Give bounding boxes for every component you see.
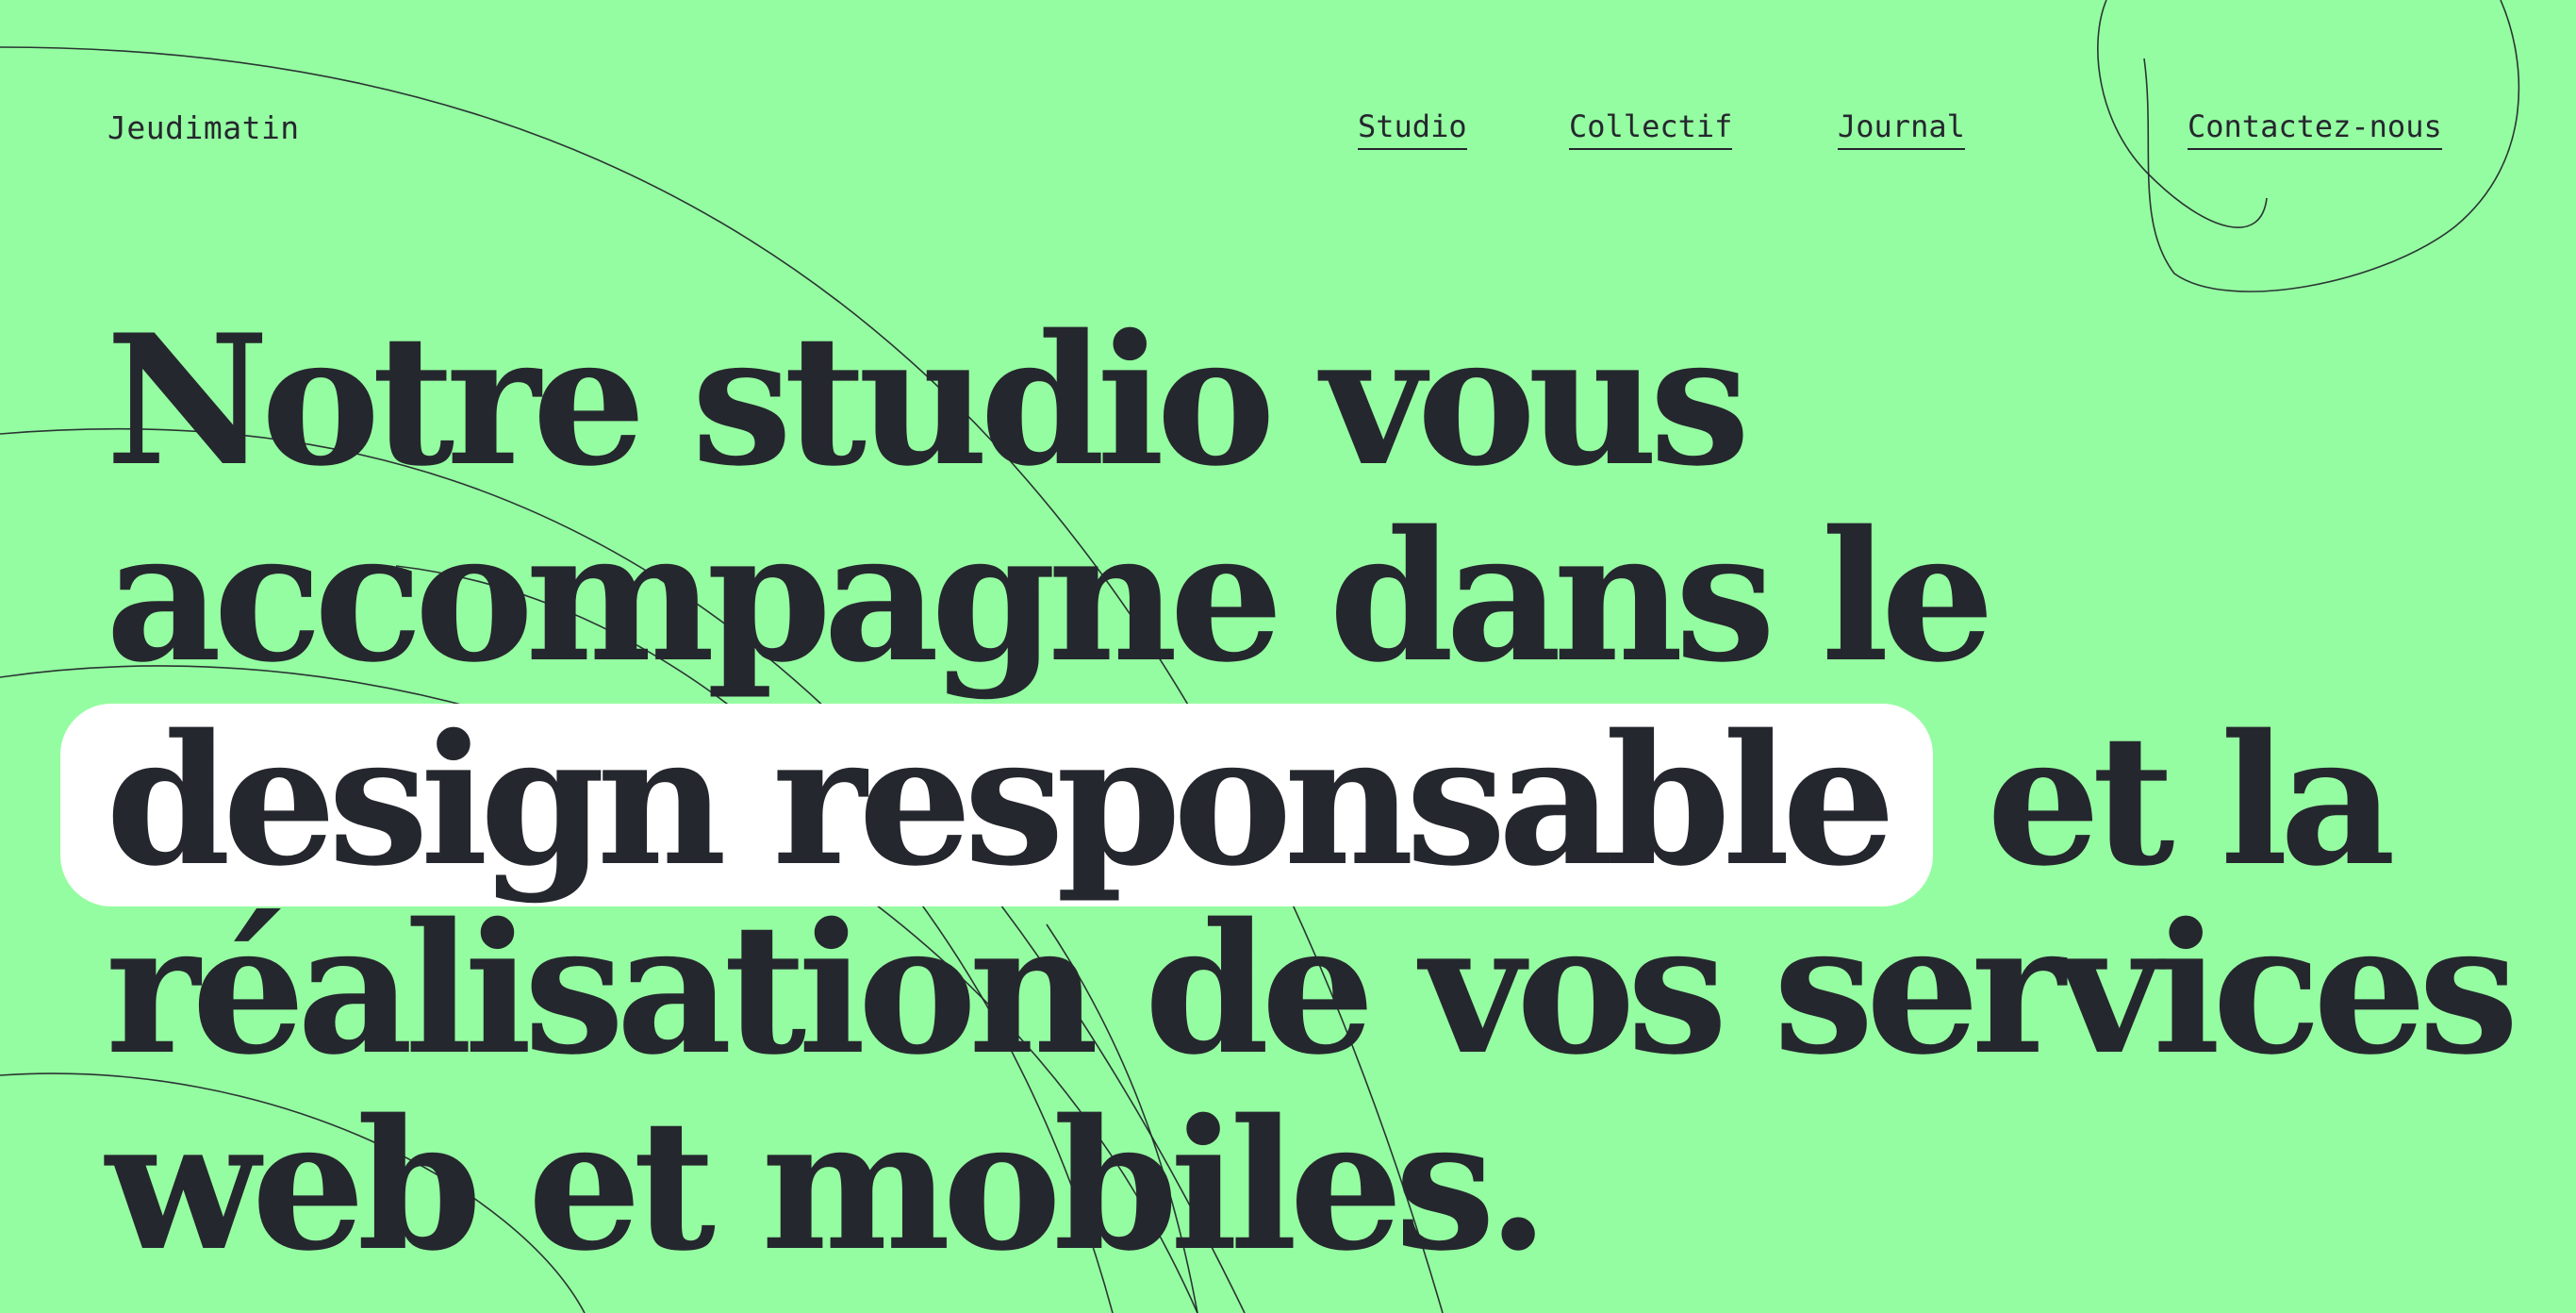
hero-line: accompagne dans le: [106, 491, 1995, 702]
nav-link-collectif[interactable]: Collectif: [1569, 108, 1733, 150]
highlighted-phrase: design responsable: [60, 704, 1933, 906]
main-navigation: Studio Collectif Journal Contactez-nous: [1358, 108, 2470, 155]
site-header: Jeudimatin Studio Collectif Journal Cont…: [0, 0, 2576, 198]
hero-line: réalisation de vos services: [106, 884, 2519, 1094]
nav-link-studio[interactable]: Studio: [1358, 108, 1467, 150]
brand-logo[interactable]: Jeudimatin: [107, 109, 300, 146]
hero-line-with-highlight: design responsable et la: [60, 704, 2396, 906]
hero-line-suffix: et la: [1932, 695, 2396, 906]
nav-link-journal[interactable]: Journal: [1838, 108, 1965, 150]
hero-line: web et mobiles.: [106, 1080, 1549, 1290]
hero-heading: Notre studio vous accompagne dans le des…: [60, 295, 2519, 1302]
contact-link[interactable]: Contactez-nous: [2188, 108, 2442, 150]
hero-line: Notre studio vous: [106, 295, 1750, 506]
